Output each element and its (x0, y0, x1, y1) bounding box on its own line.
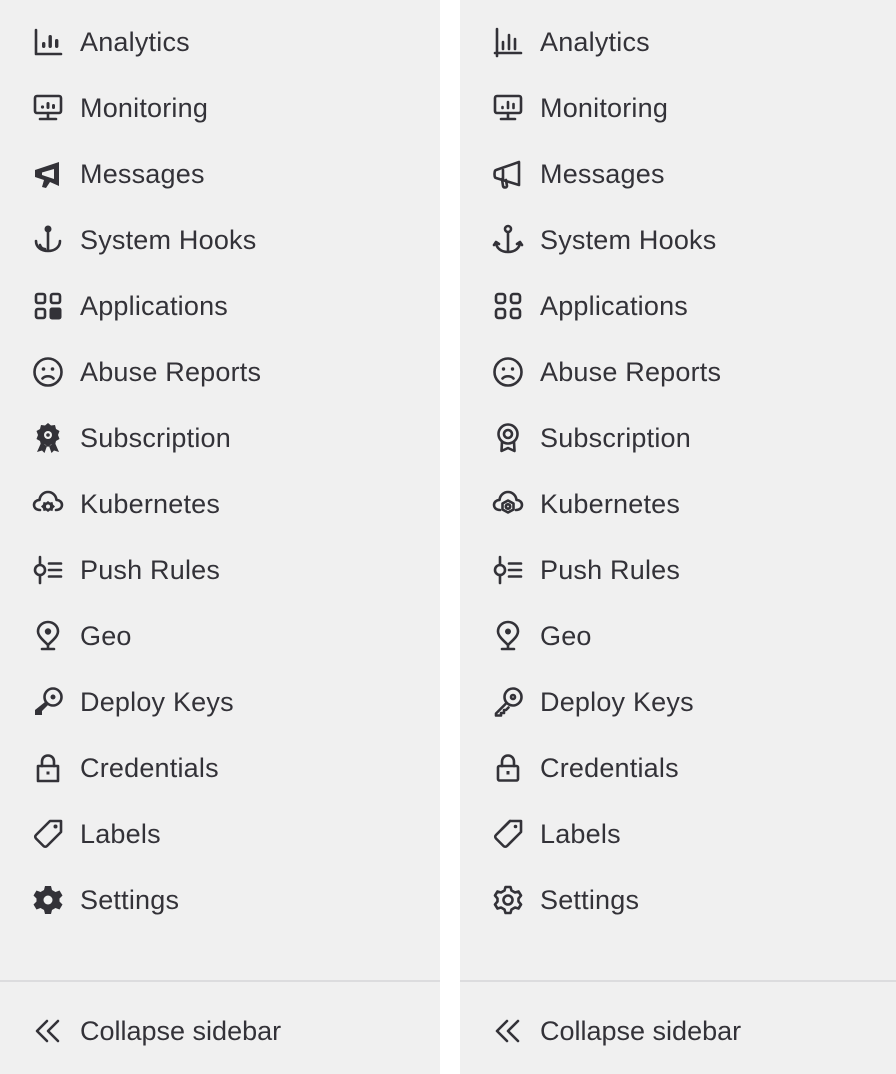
label-icon (32, 818, 64, 850)
settings-icon (32, 884, 64, 916)
hook-icon (32, 224, 64, 256)
collapse-sidebar-label: Collapse sidebar (80, 1015, 282, 1046)
sidebar-item-push-rules[interactable]: Push Rules (0, 537, 440, 603)
megaphone-icon (492, 158, 524, 190)
sidebar-item-abuse-reports[interactable]: Abuse Reports (0, 339, 440, 405)
sidebar-item-messages[interactable]: Messages (0, 141, 440, 207)
sidebar-item-geo[interactable]: Geo (460, 603, 896, 669)
sidebar-item-system-hooks[interactable]: System Hooks (0, 207, 440, 273)
license-icon (492, 422, 524, 454)
settings-icon (492, 884, 524, 916)
sidebar-item-label: Geo (540, 620, 592, 651)
sidebar-item-label: Abuse Reports (80, 356, 262, 387)
collapse-sidebar-label: Collapse sidebar (540, 1015, 742, 1046)
sidebar-item-settings[interactable]: Settings (0, 867, 440, 933)
sidebar-divider (460, 980, 896, 982)
sidebar-item-label: Settings (540, 884, 640, 915)
sidebar-item-system-hooks[interactable]: System Hooks (460, 207, 896, 273)
sidebar-item-label: Messages (540, 158, 665, 189)
sidebar-item-label: Subscription (540, 422, 691, 453)
sidebar-item-label: Analytics (540, 26, 650, 57)
sidebar-item-label: Abuse Reports (540, 356, 722, 387)
sidebar-item-label: Kubernetes (80, 488, 221, 519)
chart-icon (32, 26, 64, 58)
lock-icon (32, 752, 64, 784)
collapse-sidebar-button[interactable]: Collapse sidebar (460, 998, 896, 1064)
cloud-gear-icon (492, 488, 524, 520)
hook-icon (492, 224, 524, 256)
sidebar-nav: Analytics Monitoring Messages System Hoo… (0, 9, 440, 933)
sidebar-item-subscription[interactable]: Subscription (460, 405, 896, 471)
sidebar-item-label: Geo (80, 620, 132, 651)
license-icon (32, 422, 64, 454)
sidebar-item-applications[interactable]: Applications (0, 273, 440, 339)
slight-frown-icon (32, 356, 64, 388)
sidebar-item-label: Deploy Keys (80, 686, 234, 717)
sidebar-item-label: System Hooks (540, 224, 717, 255)
location-icon (492, 620, 524, 652)
push-rules-icon (492, 554, 524, 586)
sidebar-item-deploy-keys[interactable]: Deploy Keys (460, 669, 896, 735)
chart-icon (492, 26, 524, 58)
sidebar-item-monitoring[interactable]: Monitoring (460, 75, 896, 141)
sidebar-item-messages[interactable]: Messages (460, 141, 896, 207)
push-rules-icon (32, 554, 64, 586)
sidebar-item-label: Deploy Keys (540, 686, 694, 717)
sidebar-item-label: Kubernetes (540, 488, 681, 519)
sidebar-item-label: Credentials (80, 752, 219, 783)
sidebar-item-credentials[interactable]: Credentials (0, 735, 440, 801)
applications-icon (32, 290, 64, 322)
megaphone-icon (32, 158, 64, 190)
sidebar-item-label: Applications (540, 290, 688, 321)
sidebar-item-label: Labels (80, 818, 161, 849)
sidebar-item-label: Subscription (80, 422, 231, 453)
applications-icon (492, 290, 524, 322)
collapse-sidebar-button[interactable]: Collapse sidebar (0, 998, 440, 1064)
sidebar-item-label: System Hooks (80, 224, 257, 255)
sidebar-item-settings[interactable]: Settings (460, 867, 896, 933)
sidebar-item-push-rules[interactable]: Push Rules (460, 537, 896, 603)
sidebar-item-label: Push Rules (80, 554, 221, 585)
key-icon (492, 686, 524, 718)
sidebar-divider (0, 980, 440, 982)
sidebar-item-label: Settings (80, 884, 180, 915)
key-icon (32, 686, 64, 718)
sidebar-item-deploy-keys[interactable]: Deploy Keys (0, 669, 440, 735)
sidebar-outline-variant: Analytics Monitoring Messages System Hoo… (460, 0, 896, 1074)
sidebar-item-kubernetes[interactable]: Kubernetes (460, 471, 896, 537)
sidebar-item-label: Monitoring (80, 92, 209, 123)
monitor-icon (492, 92, 524, 124)
sidebar-item-label: Labels (540, 818, 621, 849)
slight-frown-icon (492, 356, 524, 388)
sidebar-item-subscription[interactable]: Subscription (0, 405, 440, 471)
sidebar-item-label: Monitoring (540, 92, 669, 123)
sidebar-filled-variant: Analytics Monitoring Messages System Hoo… (0, 0, 440, 1074)
sidebar-item-labels[interactable]: Labels (0, 801, 440, 867)
sidebar-item-analytics[interactable]: Analytics (0, 9, 440, 75)
monitor-icon (32, 92, 64, 124)
sidebar-item-label: Push Rules (540, 554, 681, 585)
sidebar-item-label: Credentials (540, 752, 679, 783)
sidebar-item-label: Messages (80, 158, 205, 189)
sidebar-nav: Analytics Monitoring Messages System Hoo… (460, 9, 896, 933)
cloud-gear-icon (32, 488, 64, 520)
sidebar-item-analytics[interactable]: Analytics (460, 9, 896, 75)
sidebar-item-applications[interactable]: Applications (460, 273, 896, 339)
sidebar-item-abuse-reports[interactable]: Abuse Reports (460, 339, 896, 405)
sidebar-item-labels[interactable]: Labels (460, 801, 896, 867)
sidebar-item-label: Applications (80, 290, 228, 321)
sidebar-item-label: Analytics (80, 26, 190, 57)
sidebar-item-monitoring[interactable]: Monitoring (0, 75, 440, 141)
label-icon (492, 818, 524, 850)
chevron-double-left-icon (492, 1015, 524, 1047)
location-icon (32, 620, 64, 652)
chevron-double-left-icon (32, 1015, 64, 1047)
lock-icon (492, 752, 524, 784)
sidebar-item-credentials[interactable]: Credentials (460, 735, 896, 801)
sidebar-item-kubernetes[interactable]: Kubernetes (0, 471, 440, 537)
sidebar-item-geo[interactable]: Geo (0, 603, 440, 669)
